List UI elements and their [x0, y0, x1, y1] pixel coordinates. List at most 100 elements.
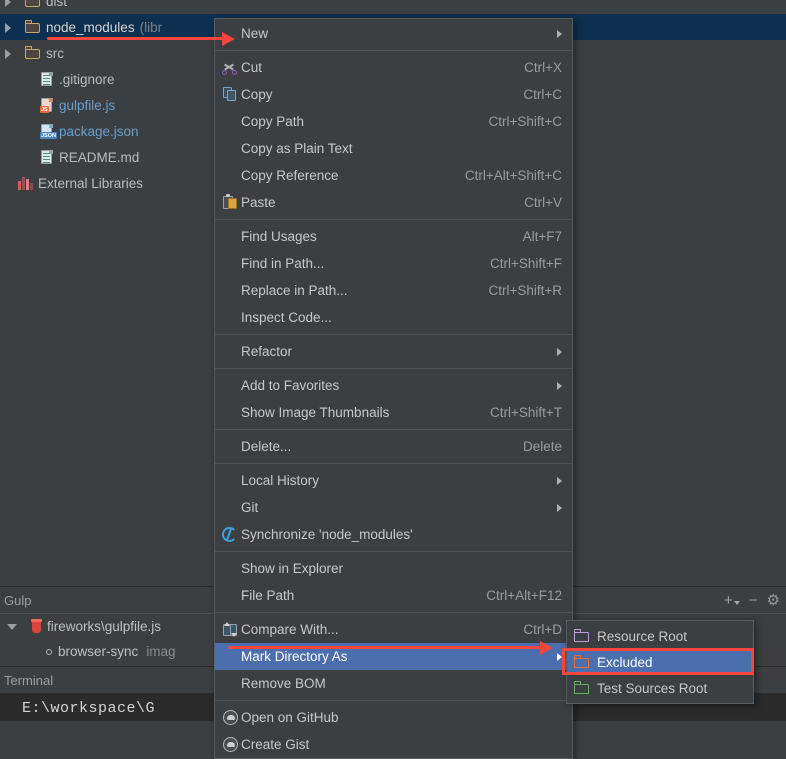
menu-item-label: Refactor [241, 344, 293, 359]
submenu-arrow-icon [557, 29, 562, 38]
submenu-item-test-sources-root[interactable]: Test Sources Root [567, 675, 753, 701]
menu-item-create-gist[interactable]: Create Gist [215, 731, 572, 758]
menu-item-copy-reference[interactable]: Copy Reference Ctrl+Alt+Shift+C [215, 162, 572, 189]
expand-arrow-icon[interactable] [2, 0, 15, 8]
menu-item-inspect-code[interactable]: Inspect Code... [215, 304, 572, 331]
menu-item-find-in-path[interactable]: Find in Path... Ctrl+Shift+F [215, 250, 572, 277]
expand-arrow-icon[interactable] [2, 21, 15, 34]
menu-separator [215, 612, 572, 613]
submenu-item-label: Resource Root [597, 628, 688, 644]
tree-item-label: node_modules [46, 19, 135, 35]
file-icon [40, 149, 54, 165]
menu-item-paste[interactable]: Paste Ctrl+V [215, 189, 572, 216]
gulp-file-label: fireworks\gulpfile.js [47, 619, 162, 634]
github-icon [221, 736, 241, 753]
submenu-item-label: Excluded [597, 654, 653, 670]
menu-item-new[interactable]: New [215, 20, 572, 47]
menu-item-accelerator: Ctrl+V [524, 195, 562, 210]
chevron-down-icon[interactable] [733, 601, 740, 605]
menu-item-show-image-thumbnails[interactable]: Show Image Thumbnails Ctrl+Shift+T [215, 399, 572, 426]
remove-button[interactable]: − [749, 593, 758, 608]
menu-item-git[interactable]: Git [215, 494, 572, 521]
menu-item-remove-bom[interactable]: Remove BOM [215, 670, 572, 697]
scissors-icon [221, 59, 241, 76]
menu-item-label: Show in Explorer [241, 561, 344, 576]
no-icon [221, 255, 241, 272]
menu-separator [215, 429, 572, 430]
folder-icon [25, 20, 41, 34]
json-file-icon: JSON [40, 123, 57, 139]
menu-item-label: Synchronize 'node_modules' [241, 527, 413, 542]
submenu-arrow-icon [557, 347, 562, 356]
github-icon [221, 709, 241, 726]
no-icon [221, 560, 241, 577]
menu-item-copy[interactable]: Copy Ctrl+C [215, 81, 572, 108]
folder-icon [574, 655, 591, 669]
menu-item-accelerator: Ctrl+D [523, 622, 562, 637]
no-icon [221, 309, 241, 326]
menu-item-label: Create Gist [241, 737, 310, 752]
submenu-item-label: Test Sources Root [597, 680, 708, 696]
tree-item-label: src [46, 45, 64, 61]
menu-item-synchronize[interactable]: Synchronize 'node_modules' [215, 521, 572, 548]
no-icon [221, 282, 241, 299]
gulp-icon [30, 619, 43, 634]
menu-item-copy-as-plain-text[interactable]: Copy as Plain Text [215, 135, 572, 162]
tree-item-label: README.md [59, 149, 140, 165]
menu-separator [215, 463, 572, 464]
no-icon [221, 472, 241, 489]
menu-item-accelerator: Ctrl+X [524, 60, 562, 75]
gulp-task-secondary: imag [146, 644, 176, 659]
menu-separator [215, 700, 572, 701]
menu-item-find-usages[interactable]: Find Usages Alt+F7 [215, 223, 572, 250]
expand-arrow-icon[interactable] [2, 47, 15, 60]
settings-gear-icon[interactable]: ⚙ [767, 593, 780, 608]
tree-item-label: gulpfile.js [59, 97, 116, 113]
menu-item-replace-in-path[interactable]: Replace in Path... Ctrl+Shift+R [215, 277, 572, 304]
menu-item-label: Git [241, 500, 259, 515]
menu-item-delete[interactable]: Delete... Delete [215, 433, 572, 460]
menu-item-add-to-favorites[interactable]: Add to Favorites [215, 372, 572, 399]
menu-item-mark-directory-as[interactable]: Mark Directory As [215, 643, 572, 670]
menu-item-accelerator: Alt+F7 [522, 229, 562, 244]
menu-item-label: Cut [241, 60, 263, 75]
menu-item-copy-path[interactable]: Copy Path Ctrl+Shift+C [215, 108, 572, 135]
menu-item-label: New [241, 26, 269, 41]
menu-item-label: Remove BOM [241, 676, 326, 691]
menu-item-show-in-explorer[interactable]: Show in Explorer [215, 555, 572, 582]
tree-row-dist[interactable]: dist [0, 0, 786, 14]
menu-item-refactor[interactable]: Refactor [215, 338, 572, 365]
menu-item-label: Replace in Path... [241, 283, 348, 298]
menu-item-accelerator: Ctrl+Alt+F12 [486, 588, 562, 603]
folder-icon [25, 46, 41, 60]
no-icon [221, 675, 241, 692]
copy-icon [221, 86, 241, 103]
submenu-arrow-icon [557, 652, 562, 661]
folder-icon [574, 629, 591, 643]
menu-item-accelerator: Delete [522, 439, 562, 454]
mark-directory-as-submenu[interactable]: Resource Root Excluded Test Sources Root [566, 620, 754, 704]
file-icon [40, 71, 54, 87]
add-button[interactable]: + [724, 593, 740, 608]
menu-item-local-history[interactable]: Local History [215, 467, 572, 494]
menu-item-open-on-github[interactable]: Open on GitHub [215, 704, 572, 731]
collapse-arrow-icon[interactable] [6, 620, 19, 633]
tree-item-label: package.json [59, 123, 139, 139]
menu-item-cut[interactable]: Cut Ctrl+X [215, 54, 572, 81]
submenu-item-excluded[interactable]: Excluded [567, 649, 753, 675]
menu-item-compare-with[interactable]: Compare With... Ctrl+D [215, 616, 572, 643]
menu-separator [215, 334, 572, 335]
js-file-icon: JS [40, 97, 54, 113]
submenu-item-resource-root[interactable]: Resource Root [567, 623, 753, 649]
context-menu[interactable]: New Cut Ctrl+X Copy Ctrl+C Copy Path Ctr… [214, 18, 573, 759]
menu-item-label: Delete... [241, 439, 292, 454]
no-icon [221, 167, 241, 184]
no-icon [221, 25, 241, 42]
menu-item-label: Compare With... [241, 622, 339, 637]
gulp-task-label: browser-sync [58, 644, 139, 659]
menu-item-accelerator: Ctrl+Shift+F [489, 256, 562, 271]
menu-item-file-path[interactable]: File Path Ctrl+Alt+F12 [215, 582, 572, 609]
menu-item-label: Paste [241, 195, 276, 210]
submenu-arrow-icon [557, 503, 562, 512]
sync-icon [221, 526, 241, 543]
